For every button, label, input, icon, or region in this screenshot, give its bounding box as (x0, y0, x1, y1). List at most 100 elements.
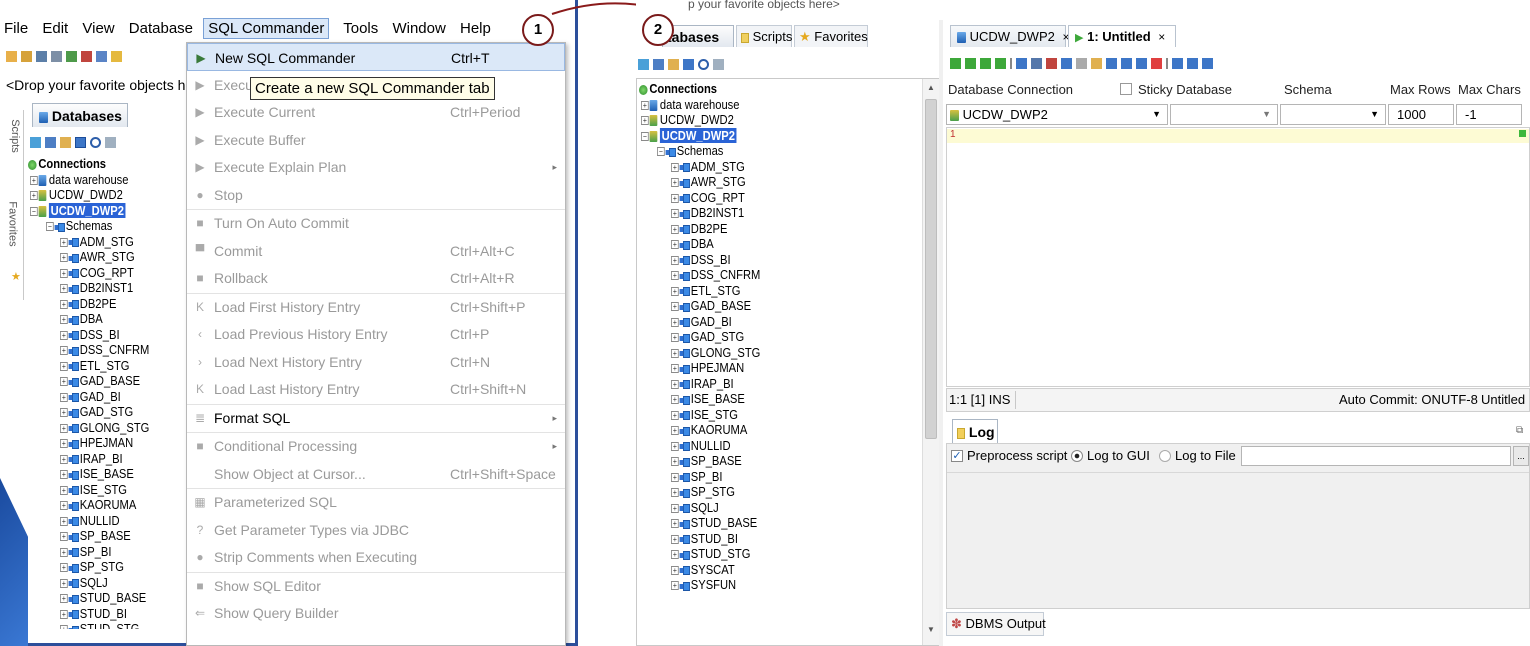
filter-icon[interactable] (51, 51, 62, 63)
tree-schema-item[interactable]: + GAD_BASE (671, 298, 751, 314)
log-to-gui-radio[interactable] (1071, 450, 1083, 462)
grid-icon[interactable] (36, 51, 47, 63)
tree-schema-item[interactable]: + KAORUMA (671, 422, 747, 438)
menu-item-get-parameter-types-via-jdbc[interactable]: ? Get Parameter Types via JDBC (187, 516, 565, 544)
expand-icon[interactable]: + (60, 454, 68, 464)
scroll-up-icon[interactable]: ▲ (927, 83, 935, 92)
menu-item-show-query-builder[interactable]: ⇐ Show Query Builder (187, 599, 565, 627)
expand-icon[interactable]: + (60, 563, 68, 573)
tree-connection-1[interactable]: + UCDW_DWD2 (641, 112, 734, 128)
forward-icon[interactable] (81, 51, 92, 63)
tab-databases[interactable]: Databases (32, 103, 128, 127)
execute-icon[interactable] (950, 58, 961, 70)
expand-icon[interactable]: + (60, 253, 68, 263)
tree-schema-item[interactable]: + HPEJMAN (60, 435, 133, 451)
tree-schema-item[interactable]: + AWR_STG (60, 249, 135, 265)
expand-icon[interactable]: + (60, 284, 68, 294)
sql-editor[interactable]: 1 (946, 127, 1530, 387)
copy-icon[interactable] (1076, 58, 1087, 70)
tree-schema-item[interactable]: + DB2PE (671, 221, 727, 237)
tree-schema-item[interactable]: + ISE_STG (671, 407, 738, 423)
menu-item-load-last-history-entry[interactable]: K Load Last History Entry Ctrl+Shift+N (187, 375, 565, 403)
refresh-icon[interactable] (30, 137, 41, 149)
expand-icon[interactable]: + (671, 457, 679, 467)
schema-select[interactable]: ▼ (1280, 104, 1386, 125)
tree-schema-item[interactable]: + COG_RPT (60, 265, 134, 281)
menu-item-conditional-processing[interactable]: ■ Conditional Processing ▸ (187, 432, 565, 460)
tree-schema-item[interactable]: + DBA (671, 236, 714, 252)
expand-icon[interactable]: + (671, 519, 679, 529)
expand-icon[interactable]: + (60, 609, 68, 619)
tree-schema-item[interactable]: +STUD_STG (671, 546, 750, 562)
log-file-browse-button[interactable]: ... (1513, 446, 1529, 466)
expand-icon[interactable]: + (671, 193, 679, 203)
expand-icon[interactable]: + (60, 408, 68, 418)
collapse-icon[interactable]: − (30, 206, 38, 216)
expand-icon[interactable]: + (60, 377, 68, 387)
expand-icon[interactable]: + (60, 547, 68, 557)
tree-connections[interactable]: Connections (28, 156, 106, 172)
menu-item-show-sql-editor[interactable]: ■ Show SQL Editor (187, 572, 565, 600)
menu-item-execute-explain-plan[interactable]: ▶ Execute Explain Plan ▸ (187, 153, 565, 181)
tree-schema-item[interactable]: + COG_RPT (671, 190, 745, 206)
expand-icon[interactable]: + (671, 364, 679, 374)
tree-scrollbar[interactable]: ▲ ▼ (922, 79, 939, 645)
expand-icon[interactable]: + (671, 472, 679, 482)
expand-icon[interactable]: + (60, 470, 68, 480)
expand-icon[interactable]: + (60, 578, 68, 588)
tree-schema-item[interactable]: + SP_BI (671, 469, 722, 485)
expand-icon[interactable]: + (641, 100, 649, 110)
back-icon[interactable] (66, 51, 77, 63)
expand-icon[interactable]: + (671, 581, 679, 591)
tree-schema-item[interactable]: + GAD_BASE (60, 373, 140, 389)
folder-icon[interactable] (6, 51, 17, 63)
tree-schema-item[interactable]: + IRAP_BI (671, 376, 734, 392)
menu-file[interactable]: File (4, 20, 28, 37)
expand-icon[interactable]: + (671, 209, 679, 219)
tree-schema-item[interactable]: + ADM_STG (671, 159, 745, 175)
tree-schema-item[interactable]: + DSS_BI (60, 327, 120, 343)
star-icon[interactable] (111, 51, 122, 63)
tree-schema-item[interactable]: + NULLID (671, 438, 731, 454)
expand-icon[interactable]: + (671, 286, 679, 296)
tree-connections[interactable]: Connections (639, 81, 717, 97)
tree-schema-item[interactable]: + ISE_STG (60, 482, 127, 498)
expand-icon[interactable]: + (671, 488, 679, 498)
expand-icon[interactable]: + (60, 361, 68, 371)
menu-item-execute-current[interactable]: ▶ Execute Current Ctrl+Period (187, 98, 565, 126)
tree-schema-item[interactable]: + ETL_STG (671, 283, 740, 299)
stop-icon[interactable] (1016, 58, 1027, 70)
menu-item-stop[interactable]: ● Stop (187, 181, 565, 209)
tree-schema-item[interactable]: + HPEJMAN (671, 360, 744, 376)
menu-sql-commander[interactable]: SQL Commander (203, 18, 330, 39)
tree-connection-0[interactable]: + data warehouse (30, 172, 128, 188)
side-tab-favorites[interactable]: Favorites (7, 201, 19, 246)
menu-item-new-sql-commander[interactable]: ▶ New SQL Commander Ctrl+T (187, 43, 565, 71)
tree-schema-item[interactable]: + ISE_BASE (671, 391, 745, 407)
tree-schema-item[interactable]: + STUD_BASE (671, 515, 757, 531)
sticky-checkbox[interactable] (1120, 83, 1132, 95)
expand-icon[interactable]: + (671, 255, 679, 265)
expand-icon[interactable]: + (60, 501, 68, 511)
tree-schema-item[interactable]: + SP_BASE (671, 453, 742, 469)
tab-dbms-output[interactable]: ✽ DBMS Output (946, 612, 1046, 636)
paste-icon[interactable] (1091, 58, 1102, 70)
expand-icon[interactable]: + (671, 271, 679, 281)
editor-tab-untitled[interactable]: ▶ 1: Untitled × (1068, 25, 1176, 47)
tree-schema-item[interactable]: + DSS_BI (671, 252, 731, 268)
expand-icon[interactable]: + (671, 317, 679, 327)
db-icon[interactable] (96, 51, 107, 63)
tree-schema-item[interactable]: + SYSCAT (671, 562, 735, 578)
menu-item-load-first-history-entry[interactable]: K Load First History Entry Ctrl+Shift+P (187, 293, 565, 321)
tree-schema-item[interactable]: + GLONG_STG (60, 420, 149, 436)
sticky-database-select[interactable]: ▼ (1170, 104, 1278, 125)
menu-tools[interactable]: Tools (343, 20, 378, 37)
tree-schemas[interactable]: − Schemas (657, 143, 723, 159)
max-chars-input[interactable]: -1 (1456, 104, 1522, 125)
expand-icon[interactable]: + (671, 550, 679, 560)
next-icon[interactable] (1121, 58, 1132, 70)
expand-icon[interactable]: + (60, 423, 68, 433)
tree-schema-item[interactable]: + ADM_STG (60, 234, 134, 250)
menu-view[interactable]: View (82, 20, 114, 37)
menu-help[interactable]: Help (460, 20, 491, 37)
